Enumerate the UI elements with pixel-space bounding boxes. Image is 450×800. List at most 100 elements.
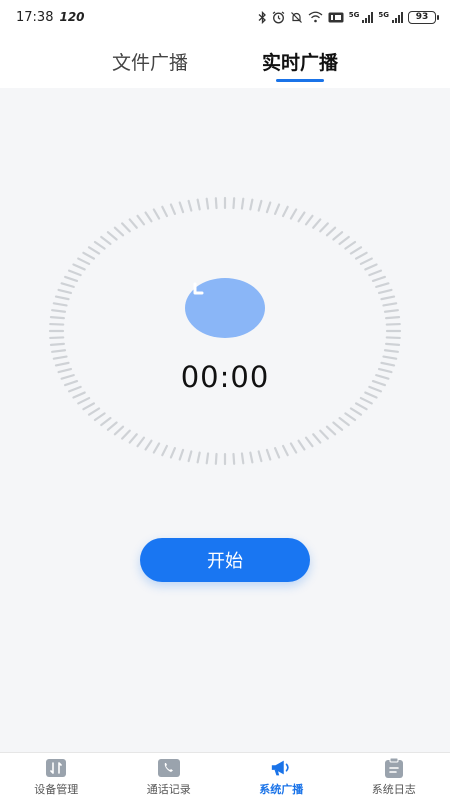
dial-tick bbox=[338, 235, 350, 246]
device-manage-icon bbox=[45, 758, 67, 778]
dial-tick bbox=[100, 235, 112, 246]
dial-tick bbox=[54, 295, 70, 301]
dial-tick bbox=[304, 436, 314, 448]
dial-tick bbox=[144, 211, 153, 223]
dial-tick bbox=[371, 275, 386, 283]
dial-tick bbox=[289, 442, 298, 454]
timer-display: 00:00 bbox=[180, 360, 270, 394]
dial-tick bbox=[319, 222, 329, 233]
header-tabs: 文件广播 实时广播 bbox=[0, 34, 450, 88]
dial-tick bbox=[344, 412, 357, 422]
dial-tick bbox=[289, 208, 298, 220]
network-label-2: 5G bbox=[378, 10, 389, 19]
dial-tick bbox=[82, 402, 96, 411]
battery-icon: 93 bbox=[408, 10, 439, 24]
dial-tick bbox=[359, 257, 373, 266]
dial-tick bbox=[113, 226, 125, 237]
dial-tick bbox=[106, 231, 118, 241]
dial-tick bbox=[77, 396, 91, 405]
status-icons: 5G 5G 93 bbox=[258, 10, 439, 24]
dial-tick bbox=[359, 396, 373, 405]
dial-tick bbox=[106, 421, 118, 431]
dial-tick bbox=[121, 429, 131, 440]
dial-tick bbox=[249, 198, 254, 211]
dial-tick bbox=[325, 226, 337, 237]
dial-tick bbox=[169, 203, 177, 216]
dial-tick bbox=[49, 342, 65, 346]
dial-tick bbox=[196, 198, 201, 211]
dial-tick bbox=[87, 407, 101, 416]
dial-tick bbox=[144, 439, 153, 451]
tab-live-broadcast[interactable]: 实时广播 bbox=[225, 34, 375, 88]
dial-tick bbox=[273, 203, 281, 216]
dial-tick bbox=[383, 309, 399, 313]
dial-tick bbox=[52, 355, 68, 360]
dial-tick bbox=[240, 452, 245, 465]
dial-tick bbox=[349, 407, 363, 416]
dial-tick bbox=[67, 269, 82, 277]
clipboard-icon bbox=[383, 758, 405, 778]
dial-tick bbox=[136, 436, 146, 448]
dial-tick bbox=[382, 355, 398, 360]
dial-tick bbox=[257, 450, 263, 463]
mute-bell-icon bbox=[290, 11, 302, 23]
dial-tick bbox=[49, 336, 65, 340]
tab-label: 实时广播 bbox=[261, 52, 338, 74]
dial-tick bbox=[319, 429, 329, 440]
timer-dial: 00:00 bbox=[48, 196, 402, 466]
dial-tick bbox=[152, 442, 161, 454]
dial-tick bbox=[265, 201, 272, 214]
dial-tick bbox=[49, 315, 65, 320]
dial-tick bbox=[60, 282, 75, 288]
dial-tick bbox=[382, 302, 398, 307]
dial-tick bbox=[187, 199, 193, 212]
status-left: 17:38 120 bbox=[16, 10, 85, 25]
dial-tick bbox=[77, 257, 91, 266]
dial-tick bbox=[136, 214, 146, 226]
tab-label: 文件广播 bbox=[111, 52, 188, 74]
dial-tick bbox=[265, 448, 272, 461]
dial-tick bbox=[273, 446, 281, 459]
dial-tick bbox=[232, 452, 236, 465]
bluetooth-icon bbox=[258, 10, 266, 24]
clock-badge bbox=[185, 278, 265, 338]
nav-label: 设备管理 bbox=[34, 783, 79, 796]
alarm-icon bbox=[272, 11, 285, 23]
dial-tick bbox=[57, 288, 73, 295]
dial-tick bbox=[205, 452, 210, 465]
dial-tick bbox=[87, 246, 101, 255]
clock-icon bbox=[193, 282, 204, 295]
dial-tick bbox=[52, 302, 68, 307]
dial-tick bbox=[187, 450, 193, 463]
dial-tick bbox=[196, 451, 201, 464]
dial-tick bbox=[64, 275, 79, 283]
dial-tick bbox=[304, 214, 314, 226]
dial-tick bbox=[380, 295, 396, 301]
tab-file-broadcast[interactable]: 文件广播 bbox=[75, 34, 225, 88]
main-content: 00:00 开始 bbox=[0, 88, 450, 752]
nav-item-device-manage[interactable]: 设备管理 bbox=[0, 753, 113, 800]
nav-item-system-broadcast[interactable]: 系统广播 bbox=[225, 753, 338, 800]
dial-tick bbox=[100, 416, 112, 427]
signal-icon-2 bbox=[392, 11, 403, 23]
network-label-1: 5G bbox=[348, 10, 360, 19]
dial-tick bbox=[82, 251, 96, 260]
dial-tick bbox=[354, 251, 368, 260]
dial-tick bbox=[312, 433, 322, 444]
dial-tick bbox=[205, 197, 210, 210]
dial-tick bbox=[72, 263, 86, 271]
dial-tick bbox=[281, 444, 289, 457]
nav-item-system-log[interactable]: 系统日志 bbox=[338, 753, 450, 800]
dial-tick bbox=[128, 433, 138, 444]
nav-item-call-log[interactable]: 通话记录 bbox=[113, 753, 226, 800]
start-button[interactable]: 开始 bbox=[140, 538, 310, 582]
dial-tick bbox=[354, 402, 368, 411]
dial-tick bbox=[364, 263, 378, 271]
dial-tick bbox=[93, 412, 106, 422]
dial-tick bbox=[349, 246, 363, 255]
tab-active-indicator bbox=[276, 79, 324, 82]
refresh-rate: 120 bbox=[59, 10, 85, 24]
status-bar: 17:38 120 5G 5G 93 bbox=[0, 0, 450, 34]
phone-icon bbox=[157, 758, 180, 778]
dial-tick bbox=[161, 444, 169, 457]
